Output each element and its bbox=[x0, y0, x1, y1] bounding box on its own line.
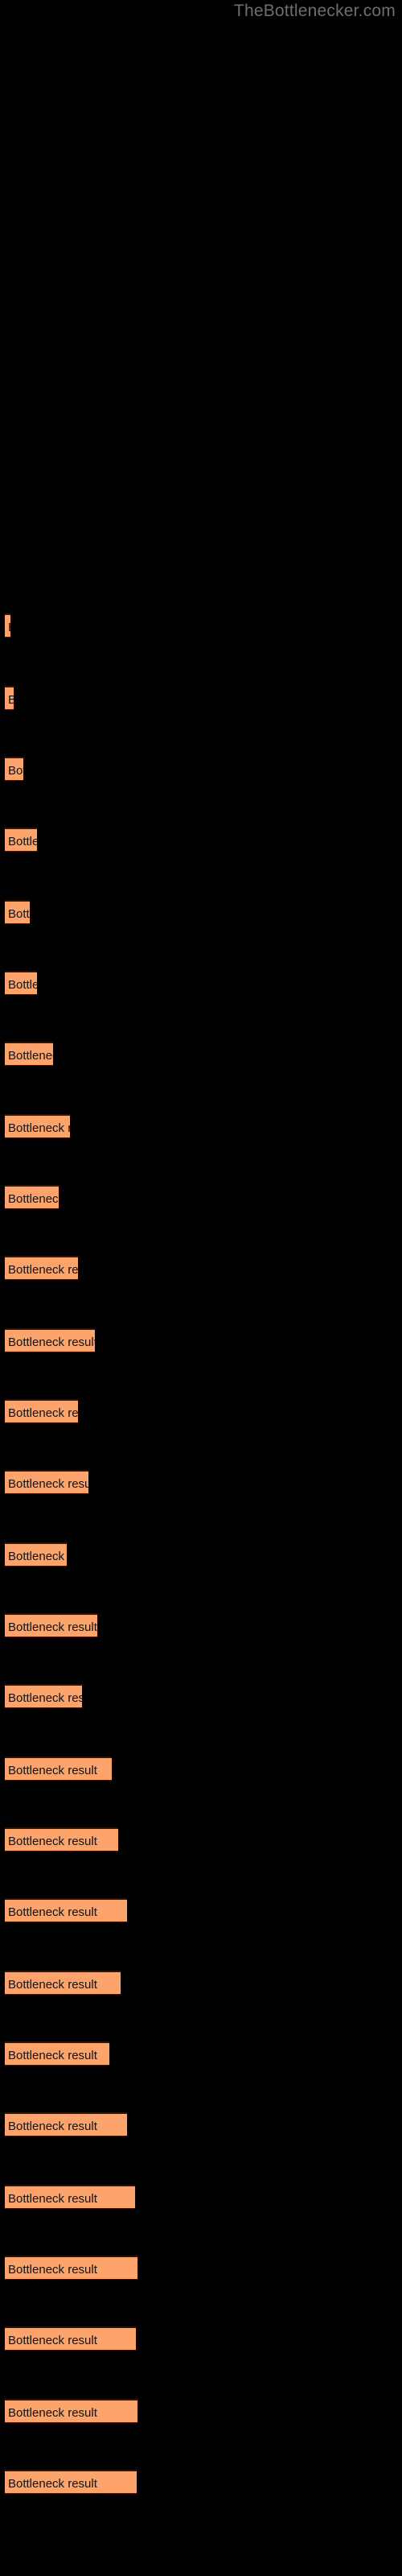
chart-bar[interactable]: Bottleneck result bbox=[5, 2470, 137, 2494]
bar-label: Bottleneck result bbox=[8, 1835, 97, 1848]
bar-label: Bottleneck result bbox=[8, 907, 30, 921]
bar-row: Bottleneck result bbox=[5, 900, 30, 924]
bar-row: Bottleneck result bbox=[5, 1757, 112, 1781]
chart-bar[interactable]: Bottleneck result bbox=[5, 2326, 136, 2351]
chart-bar[interactable]: Bottleneck result bbox=[5, 1542, 67, 1567]
chart-bar[interactable]: Bottleneck result bbox=[5, 1042, 53, 1066]
page-root: TheBottlenecker.com Bottleneck resultBot… bbox=[0, 0, 402, 2576]
bar-row: Bottleneck result bbox=[5, 1613, 97, 1637]
bar-row: Bottleneck result bbox=[5, 1542, 67, 1567]
bar-row: Bottleneck result bbox=[5, 2041, 109, 2066]
bar-label: Bottleneck result bbox=[8, 1978, 97, 1992]
bar-label: Bottleneck result bbox=[8, 1263, 78, 1277]
chart-bar[interactable]: Bottleneck result bbox=[5, 2256, 137, 2280]
bar-row: Bottleneck result bbox=[5, 2256, 137, 2280]
chart-bar[interactable]: Bottleneck result bbox=[5, 1613, 97, 1637]
bar-label: Bottleneck result bbox=[8, 764, 23, 778]
bar-label: Bottleneck result bbox=[8, 978, 37, 992]
chart-bar[interactable]: Bottleneck result bbox=[5, 1827, 118, 1852]
chart-bar[interactable]: Bottleneck result bbox=[5, 686, 14, 710]
chart-bar[interactable]: Bottleneck result bbox=[5, 900, 30, 924]
bar-row: Bottleneck result bbox=[5, 1328, 95, 1352]
chart-bar[interactable]: Bottleneck result bbox=[5, 1898, 127, 1922]
bar-row: Bottleneck result bbox=[5, 757, 23, 781]
bar-label: Bottleneck result bbox=[8, 2334, 97, 2347]
bar-row: Bottleneck result bbox=[5, 1684, 82, 1708]
bar-label: Bottleneck result bbox=[8, 2263, 97, 2277]
bar-row: Bottleneck result bbox=[5, 828, 37, 852]
bar-row: Bottleneck result bbox=[5, 1827, 118, 1852]
bar-row: Bottleneck result bbox=[5, 1042, 53, 1066]
bar-label: Bottleneck result bbox=[8, 1477, 88, 1491]
bar-row: Bottleneck result bbox=[5, 1399, 78, 1423]
chart-bar[interactable]: Bottleneck result bbox=[5, 828, 37, 852]
chart-bar[interactable]: Bottleneck result bbox=[5, 971, 37, 995]
chart-bar[interactable]: Bottleneck result bbox=[5, 1185, 59, 1209]
bar-row: Bottleneck result bbox=[5, 971, 37, 995]
chart-bar[interactable]: Bottleneck result bbox=[5, 1399, 78, 1423]
chart-bar[interactable]: Bottleneck result bbox=[5, 757, 23, 781]
bar-label: Bottleneck result bbox=[8, 1406, 78, 1420]
bar-label: Bottleneck result bbox=[8, 1121, 70, 1135]
bar-row: Bottleneck result bbox=[5, 1898, 127, 1922]
bar-label: Bottleneck result bbox=[8, 1905, 97, 1919]
bar-row: Bottleneck result bbox=[5, 2112, 127, 2136]
bar-label: Bottleneck result bbox=[8, 835, 37, 848]
chart-bar[interactable]: Bottleneck result bbox=[5, 1684, 82, 1708]
bar-label: Bottleneck result bbox=[8, 1049, 53, 1063]
bar-row: Bottleneck result bbox=[5, 686, 14, 710]
chart-bar[interactable]: Bottleneck result bbox=[5, 2041, 109, 2066]
bar-row: Bottleneck result bbox=[5, 613, 10, 638]
bar-label: Bottleneck result bbox=[8, 2477, 97, 2491]
bar-row: Bottleneck result bbox=[5, 1114, 70, 1138]
bar-row: Bottleneck result bbox=[5, 2470, 137, 2494]
chart-bar[interactable]: Bottleneck result bbox=[5, 2185, 135, 2209]
bar-chart: Bottleneck result Bottleneck result Bottle… bbox=[0, 0, 402, 2576]
bar-row: Bottleneck result bbox=[5, 2326, 136, 2351]
chart-bar[interactable]: Bottleneck result bbox=[5, 2399, 137, 2423]
bar-label: Bottleneck result bbox=[8, 1335, 95, 1349]
bar-row: Bottleneck result bbox=[5, 2399, 137, 2423]
bar-label: Bottleneck result bbox=[8, 1192, 59, 1206]
bar-label: Bottleneck result bbox=[8, 687, 14, 709]
chart-bar[interactable]: Bottleneck result bbox=[5, 1470, 88, 1494]
bar-label: Bottleneck result bbox=[8, 1620, 97, 1634]
bar-label: Bottleneck result bbox=[8, 1550, 67, 1563]
bar-row: Bottleneck result bbox=[5, 1185, 59, 1209]
bar-label: Bottleneck result bbox=[8, 2049, 97, 2062]
chart-bar[interactable]: Bottleneck result bbox=[5, 1256, 78, 1280]
chart-bar[interactable]: Bottleneck result bbox=[5, 613, 10, 638]
bar-row: Bottleneck result bbox=[5, 1971, 121, 1995]
chart-bar[interactable]: Bottleneck result bbox=[5, 1971, 121, 1995]
bar-label: Bottleneck result bbox=[8, 1691, 82, 1705]
bar-row: Bottleneck result bbox=[5, 1470, 88, 1494]
bar-label: Bottleneck result bbox=[8, 2120, 97, 2133]
chart-bar[interactable]: Bottleneck result bbox=[5, 1757, 112, 1781]
bar-label: Bottleneck result bbox=[8, 1764, 97, 1777]
bar-row: Bottleneck result bbox=[5, 1256, 78, 1280]
bar-label: Bottleneck result bbox=[8, 2192, 97, 2206]
bar-label: Bottleneck result bbox=[8, 2406, 97, 2420]
chart-bar[interactable]: Bottleneck result bbox=[5, 2112, 127, 2136]
bar-label: Bottleneck result bbox=[8, 615, 10, 637]
chart-bar[interactable]: Bottleneck result bbox=[5, 1328, 95, 1352]
chart-bar[interactable]: Bottleneck result bbox=[5, 1114, 70, 1138]
bar-row: Bottleneck result bbox=[5, 2185, 135, 2209]
